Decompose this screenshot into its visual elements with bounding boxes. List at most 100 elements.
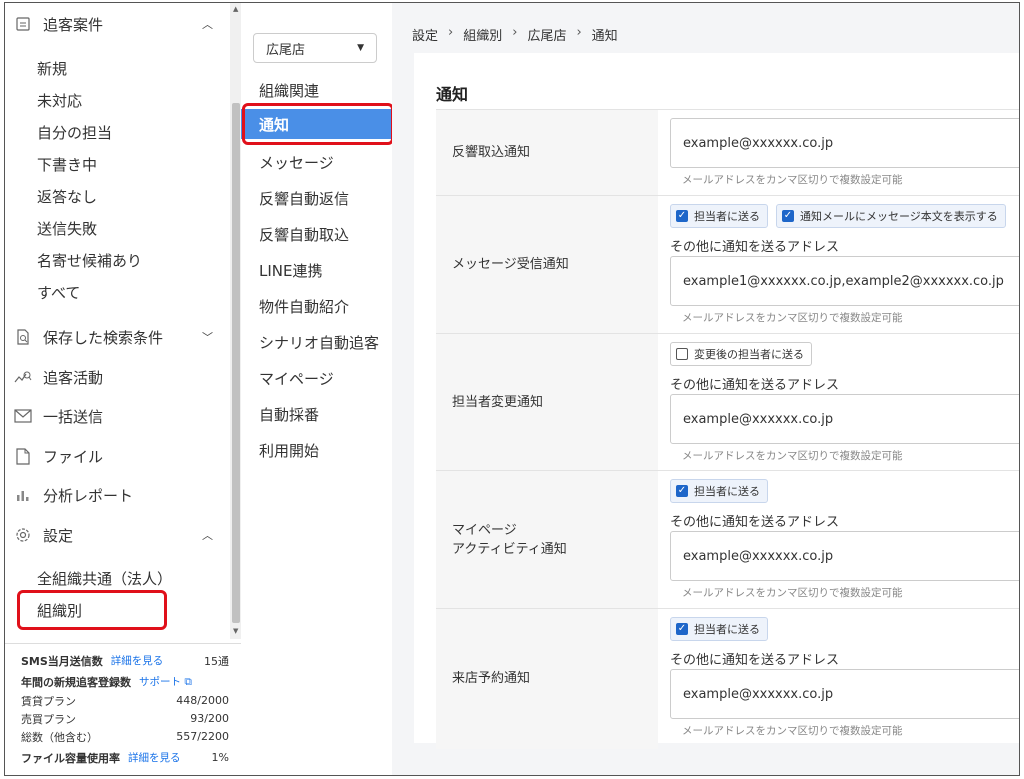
highlight-box-notifications	[242, 103, 394, 145]
nav-item-org[interactable]: 組織関連	[253, 75, 387, 105]
breadcrumb-current: 通知	[591, 29, 618, 44]
scroll-up-arrow-icon[interactable]: ▲	[233, 5, 238, 13]
storage-details-link[interactable]: 詳細を見る	[128, 750, 181, 765]
sidebar-item-files[interactable]: ファイル	[13, 442, 223, 470]
field-hint: メールアドレスをカンマ区切りで複数設定可能	[682, 587, 903, 599]
chevron-up-icon[interactable]: ︿	[202, 16, 213, 32]
nav-item-line[interactable]: LINE連携	[253, 255, 387, 285]
nav-item-auto-numbering[interactable]: 自動採番	[253, 399, 387, 429]
row-label: 来店予約通知	[436, 609, 658, 749]
sidebar-item-new[interactable]: 新規	[37, 55, 67, 81]
row-assignee-change: 担当者変更通知 変更後の担当者に送る その他に通知を送るアドレス example…	[436, 333, 1019, 471]
row-label: 反響取込通知	[436, 110, 658, 196]
total-row: 総数（他含む） 557/2200	[21, 730, 229, 744]
sidebar-item-drafts[interactable]: 下書き中	[37, 151, 97, 177]
sidebar-item-saved-search[interactable]: 保存した検索条件 ﹀	[13, 323, 223, 351]
chevron-up-icon[interactable]: ︿	[202, 527, 213, 543]
support-link[interactable]: サポート ⧉	[139, 674, 192, 689]
breadcrumb-settings[interactable]: 設定	[412, 25, 438, 44]
sidebar-item-bulk-send[interactable]: 一括送信	[13, 402, 223, 430]
nav-item-start[interactable]: 利用開始	[253, 435, 387, 465]
annual-registrations-row: 年間の新規追客登録数 サポート ⧉	[21, 674, 192, 689]
chevron-right-icon: ›	[576, 25, 582, 40]
file-icon	[13, 446, 33, 466]
assignee-email-input[interactable]: example@xxxxxx.co.jp	[670, 394, 1019, 444]
caret-down-icon: ▼	[357, 43, 364, 53]
send-to-new-assignee-checkbox[interactable]: 変更後の担当者に送る	[670, 342, 812, 366]
notification-card: 通知 反響取込通知 example@xxxxxx.co.jp メールアドレスをカ…	[414, 53, 1019, 749]
sidebar-item-label: 追客活動	[43, 368, 104, 387]
nav-item-auto-import[interactable]: 反響自動取込	[253, 219, 387, 249]
sidebar-item-activity[interactable]: 追客活動	[13, 363, 223, 391]
sidebar-item-no-reply[interactable]: 返答なし	[37, 183, 97, 209]
nav-item-auto-reply[interactable]: 反響自動返信	[253, 183, 387, 213]
field-hint: メールアドレスをカンマ区切りで複数設定可能	[682, 725, 903, 737]
show-body-checkbox[interactable]: ✓ 通知メールにメッセージ本文を表示する	[776, 204, 1006, 228]
sidebar-section-settings[interactable]: 設定 ︿	[13, 521, 223, 549]
other-address-label: その他に通知を送るアドレス	[670, 653, 840, 668]
row-label: 担当者変更通知	[436, 334, 658, 471]
sidebar-item-all-orgs[interactable]: 全組織共通（法人）	[37, 565, 172, 591]
send-to-assignee-checkbox[interactable]: ✓ 担当者に送る	[670, 204, 768, 228]
send-to-assignee-checkbox[interactable]: ✓ 担当者に送る	[670, 617, 768, 641]
main-content: 設定 › 組織別 › 広尾店 › 通知 通知 反響取込通知 example@xxxxx…	[392, 3, 1019, 775]
sidebar-section-label: 追客案件	[43, 15, 104, 34]
settings-nav: 広尾店 ▼ 組織関連 通知 メッセージ 反響自動返信 反響自動取込 LINE連携…	[241, 3, 394, 775]
checkmark-icon: ✓	[676, 485, 688, 497]
field-hint: メールアドレスをカンマ区切りで複数設定可能	[682, 312, 903, 324]
external-link-icon: ⧉	[181, 676, 192, 688]
scrollbar-thumb[interactable]	[232, 103, 240, 623]
row-label: メッセージ受信通知	[436, 196, 658, 334]
row-mypage-activity: マイページ アクティビティ通知 ✓ 担当者に送る その他に通知を送るアドレス exa…	[436, 470, 1019, 609]
nav-item-messages[interactable]: メッセージ	[253, 147, 387, 177]
gear-icon	[13, 525, 33, 545]
sidebar-section-followup[interactable]: 追客案件 ︿	[13, 10, 223, 38]
checkbox-empty-icon	[676, 348, 688, 360]
list-box-icon	[13, 14, 33, 34]
scroll-down-arrow-icon[interactable]: ▼	[233, 627, 238, 635]
chart-search-icon	[13, 367, 33, 387]
sidebar-item-label: 設定	[43, 526, 74, 545]
other-address-label: その他に通知を送るアドレス	[670, 240, 840, 255]
sms-count-row: SMS当月送信数 詳細を見る 15通	[21, 653, 229, 668]
search-doc-icon	[13, 327, 33, 347]
sidebar-item-label: 分析レポート	[43, 486, 134, 505]
page-title: 通知	[436, 85, 469, 104]
bar-chart-icon	[13, 485, 33, 505]
checkmark-icon: ✓	[676, 623, 688, 635]
nav-item-mypage[interactable]: マイページ	[253, 363, 387, 393]
sidebar-item-mine[interactable]: 自分の担当	[37, 119, 112, 145]
sidebar-item-label: 一括送信	[43, 407, 104, 426]
sidebar-item-label: 保存した検索条件	[43, 328, 164, 347]
chevron-right-icon: ›	[448, 25, 454, 40]
storage-usage-row: ファイル容量使用率 詳細を見る 1%	[21, 750, 229, 765]
sidebar-item-unhandled[interactable]: 未対応	[37, 87, 82, 113]
mypage-email-input[interactable]: example@xxxxxx.co.jp	[670, 531, 1019, 581]
sms-details-link[interactable]: 詳細を見る	[111, 653, 164, 668]
response-email-input[interactable]: example@xxxxxx.co.jp	[670, 118, 1019, 168]
row-label: マイページ アクティビティ通知	[436, 471, 658, 609]
nav-item-property-intro[interactable]: 物件自動紹介	[253, 291, 387, 321]
other-address-label: その他に通知を送るアドレス	[670, 515, 840, 530]
mail-icon	[13, 406, 33, 426]
breadcrumb-store[interactable]: 広尾店	[527, 25, 566, 44]
send-to-assignee-checkbox[interactable]: ✓ 担当者に送る	[670, 479, 768, 503]
row-message-received: メッセージ受信通知 ✓ 担当者に送る ✓ 通知メールにメッセージ本文を表示する その…	[436, 195, 1019, 334]
app-frame: 追客案件 ︿ 新規 未対応 自分の担当 下書き中 返答なし 送信失敗 名寄せ候補…	[4, 2, 1020, 776]
store-select[interactable]: 広尾店 ▼	[253, 33, 377, 63]
checkmark-icon: ✓	[676, 210, 688, 222]
highlight-box-by-org	[17, 590, 167, 630]
message-email-input[interactable]: example1@xxxxxx.co.jp,example2@xxxxxx.co…	[670, 256, 1019, 306]
sidebar-item-merge-candidates[interactable]: 名寄せ候補あり	[37, 247, 142, 273]
breadcrumb-by-org[interactable]: 組織別	[463, 25, 502, 44]
sidebar-item-label: ファイル	[43, 447, 104, 466]
visit-email-input[interactable]: example@xxxxxx.co.jp	[670, 669, 1019, 719]
sidebar-item-send-failed[interactable]: 送信失敗	[37, 215, 97, 241]
sidebar-item-reports[interactable]: 分析レポート	[13, 481, 223, 509]
field-hint: メールアドレスをカンマ区切りで複数設定可能	[682, 174, 903, 186]
chevron-down-icon[interactable]: ﹀	[202, 329, 213, 345]
nav-item-scenario[interactable]: シナリオ自動追客	[253, 327, 387, 357]
sidebar-item-all[interactable]: すべて	[37, 279, 80, 305]
sales-plan-row: 売買プラン 93/200	[21, 712, 229, 726]
other-address-label: その他に通知を送るアドレス	[670, 378, 840, 393]
